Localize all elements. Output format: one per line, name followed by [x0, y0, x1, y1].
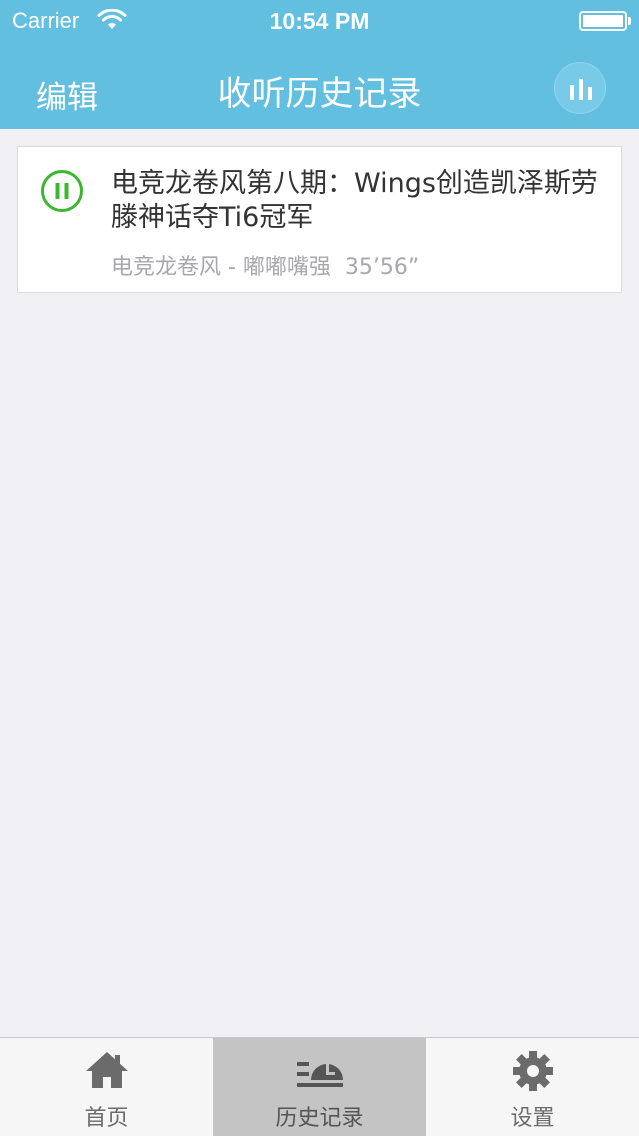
- status-bar: Carrier 10:54 PM: [0, 0, 639, 40]
- history-list: 电竞龙卷风第八期：Wings创造凯泽斯劳滕神话夺Ti6冠军 电竞龙卷风 - 嘟嘟…: [17, 146, 622, 293]
- tab-label-home: 首页: [84, 1106, 129, 1131]
- home-icon: [85, 1052, 128, 1088]
- status-time: 10:54 PM: [269, 8, 370, 34]
- tab-settings[interactable]: 设置: [426, 1038, 639, 1136]
- history-item[interactable]: 电竞龙卷风第八期：Wings创造凯泽斯劳滕神话夺Ti6冠军 电竞龙卷风 - 嘟嘟…: [17, 146, 622, 293]
- equalizer-icon: [570, 79, 592, 100]
- battery-tip: [628, 17, 631, 25]
- now-playing-button[interactable]: [554, 62, 606, 114]
- tab-bar: 首页 历史记录 设置: [0, 1037, 639, 1136]
- tab-history[interactable]: 历史记录: [213, 1038, 426, 1136]
- tab-label-settings: 设置: [510, 1106, 555, 1131]
- tab-label-history: 历史记录: [275, 1106, 364, 1131]
- pause-icon[interactable]: [40, 169, 84, 213]
- battery-icon: [579, 11, 627, 31]
- page-title: 收听历史记录: [217, 74, 422, 114]
- history-icon: [296, 1062, 343, 1087]
- header: Carrier 10:54 PM 编辑 收听历史记录: [0, 0, 639, 129]
- episode-meta: 电竞龙卷风 - 嘟嘟嘴强 35’56”: [111, 255, 420, 280]
- gear-icon: [512, 1051, 553, 1091]
- episode-title: 电竞龙卷风第八期：Wings创造凯泽斯劳滕神话夺Ti6冠军: [111, 168, 598, 233]
- tab-home[interactable]: 首页: [0, 1038, 213, 1136]
- screen: Carrier 10:54 PM 编辑 收听历史记录 电竞龙卷风第八期：Wing…: [0, 0, 639, 1136]
